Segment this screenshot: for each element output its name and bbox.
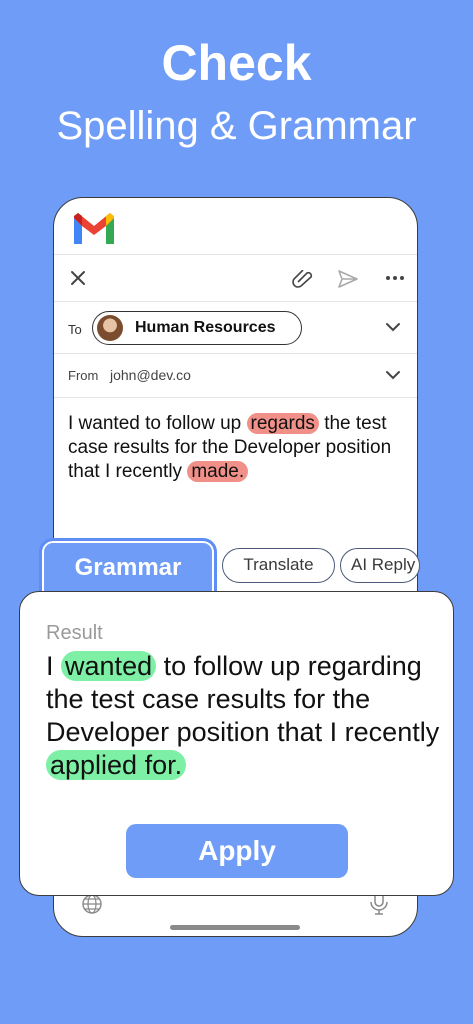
recipient-name: Human Resources bbox=[135, 319, 276, 336]
from-address[interactable]: john@dev.co bbox=[110, 367, 191, 383]
tab-grammar[interactable]: Grammar bbox=[39, 538, 217, 598]
headline-subtitle: Spelling & Grammar bbox=[56, 104, 417, 148]
mode-tabs: Grammar Translate AI Reply bbox=[0, 530, 473, 598]
body-text: I wanted to follow up bbox=[68, 413, 242, 434]
divider bbox=[54, 353, 417, 354]
email-body[interactable]: I wanted to follow up regards the test c… bbox=[68, 412, 398, 484]
apply-button[interactable]: Apply bbox=[126, 824, 348, 878]
headline-title: Check bbox=[161, 35, 312, 91]
error-highlight: regards bbox=[246, 413, 319, 434]
recipient-chip[interactable]: Human Resources bbox=[92, 311, 302, 345]
globe-icon[interactable] bbox=[79, 893, 105, 915]
result-card: Result I wanted to follow up regarding t… bbox=[19, 591, 454, 896]
to-label: To bbox=[68, 322, 82, 337]
fix-highlight: wanted bbox=[61, 651, 157, 681]
tab-translate[interactable]: Translate bbox=[222, 548, 335, 583]
chevron-down-icon[interactable] bbox=[384, 320, 402, 334]
close-icon[interactable] bbox=[68, 268, 88, 288]
result-text: I wanted to follow up regarding the test… bbox=[46, 650, 446, 782]
tab-ai-reply[interactable]: AI Reply bbox=[340, 548, 420, 583]
divider bbox=[54, 397, 417, 398]
fix-highlight: applied for. bbox=[46, 750, 187, 780]
result-label: Result bbox=[46, 622, 103, 644]
divider bbox=[54, 254, 417, 255]
from-label: From bbox=[68, 368, 99, 383]
tab-grammar-label: Grammar bbox=[74, 554, 182, 581]
result-segment: I bbox=[46, 651, 54, 681]
avatar bbox=[97, 315, 123, 341]
divider bbox=[54, 301, 417, 302]
error-highlight: made. bbox=[187, 461, 249, 482]
gmail-logo-icon bbox=[74, 213, 114, 244]
home-indicator bbox=[170, 925, 300, 930]
more-icon[interactable] bbox=[384, 270, 406, 286]
attachment-icon[interactable] bbox=[292, 270, 314, 288]
send-icon[interactable] bbox=[337, 268, 359, 290]
chevron-down-icon[interactable] bbox=[384, 368, 402, 382]
